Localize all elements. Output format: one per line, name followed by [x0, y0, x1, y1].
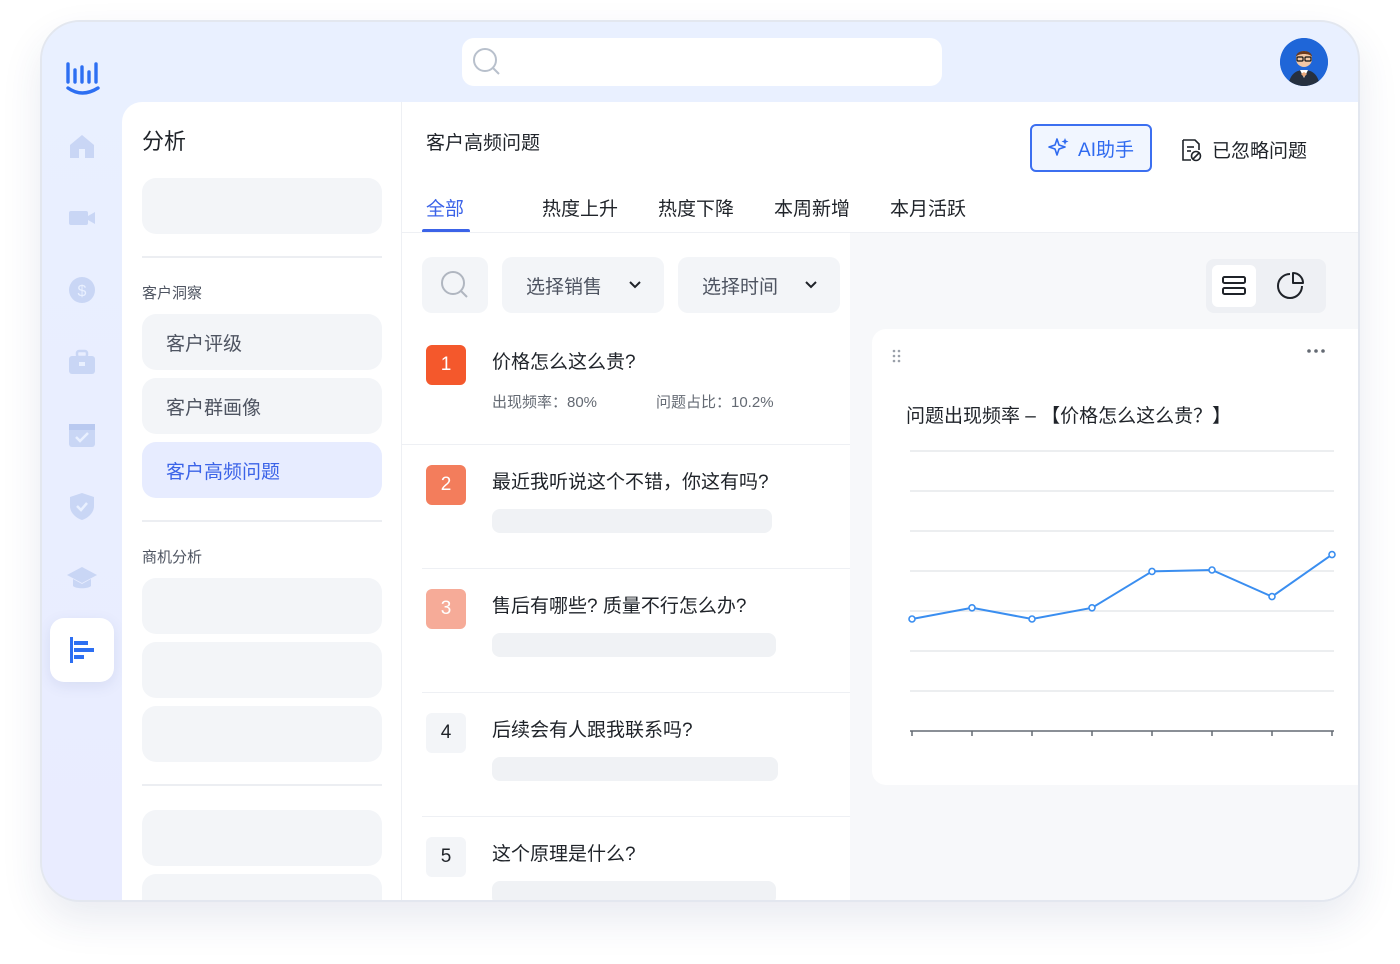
data-point[interactable] [969, 605, 975, 611]
group-label-customer-insight: 客户洞察 [142, 282, 202, 303]
divider [142, 784, 382, 786]
question-item[interactable]: 4 后续会有人跟我联系吗? [402, 693, 850, 817]
content-panel: 分析 客户洞察 客户评级 客户群画像 客户高频问题 商机分析 客户高频问题 AI… [122, 102, 1360, 902]
data-point[interactable] [1269, 594, 1275, 600]
svg-text:$: $ [78, 283, 87, 300]
rank-badge: 2 [426, 465, 466, 505]
home-icon[interactable] [66, 130, 98, 162]
chevron-down-icon [628, 280, 642, 290]
secondary-nav: 分析 客户洞察 客户评级 客户群画像 客户高频问题 商机分析 [122, 102, 402, 902]
question-frequency: 出现频率：80% [492, 391, 597, 412]
list-search-button[interactable] [422, 257, 488, 313]
sales-filter-label: 选择销售 [526, 272, 602, 299]
bar-chart-icon [67, 635, 97, 665]
analytics-nav-button[interactable] [50, 618, 114, 682]
detail-skeleton [492, 633, 776, 657]
data-point[interactable] [1329, 552, 1335, 558]
line-chart [872, 329, 1360, 785]
chevron-down-icon [804, 280, 818, 290]
rank-badge: 3 [426, 589, 466, 629]
app-window: $ [40, 20, 1360, 902]
question-list: 选择销售 选择时间 1 价格怎么这么贵? 出现频率：80% 问题占比：10.2%… [402, 233, 850, 902]
data-point[interactable] [909, 616, 915, 622]
tab-all[interactable]: 全部 [426, 194, 464, 221]
nav-skeleton [142, 810, 382, 866]
question-item[interactable]: 2 最近我听说这个不错，你这有吗? [402, 445, 850, 569]
ai-assistant-button[interactable]: AI助手 [1030, 124, 1152, 172]
data-point[interactable] [1029, 616, 1035, 622]
divider [142, 256, 382, 258]
rank-badge: 4 [426, 713, 466, 753]
pie-chart-icon [1275, 271, 1305, 301]
detail-pane: 问题出现频率 – 【价格怎么这么贵？】 [850, 233, 1360, 902]
nav-skeleton [142, 706, 382, 762]
question-text: 价格怎么这么贵? [492, 347, 636, 374]
question-item[interactable]: 1 价格怎么这么贵? 出现频率：80% 问题占比：10.2% [402, 321, 850, 445]
tab-trending-down[interactable]: 热度下降 [658, 194, 734, 221]
time-filter-label: 选择时间 [702, 272, 778, 299]
nav-item-customer-persona[interactable]: 客户群画像 [142, 378, 382, 434]
chart-card: 问题出现频率 – 【价格怎么这么贵？】 [872, 329, 1360, 785]
divider [142, 520, 382, 522]
question-share: 问题占比：10.2% [656, 391, 774, 412]
shield-icon[interactable] [66, 490, 98, 522]
tab-active-this-month[interactable]: 本月活跃 [890, 194, 966, 221]
nav-skeleton [142, 178, 382, 234]
view-toggle [1206, 259, 1326, 313]
calendar-icon[interactable] [66, 418, 98, 450]
pie-view-button[interactable] [1268, 265, 1312, 307]
group-label-opportunity-analysis: 商机分析 [142, 546, 202, 567]
dollar-icon[interactable]: $ [66, 274, 98, 306]
tab-trending-up[interactable]: 热度上升 [542, 194, 618, 221]
nav-item-customer-faq[interactable]: 客户高频问题 [142, 442, 382, 498]
question-text: 这个原理是什么? [492, 839, 636, 866]
user-avatar[interactable] [1280, 38, 1328, 86]
nav-item-customer-rating[interactable]: 客户评级 [142, 314, 382, 370]
time-filter-select[interactable]: 选择时间 [678, 257, 840, 313]
question-item[interactable]: 3 售后有哪些? 质量不行怎么办? [402, 569, 850, 693]
question-item[interactable]: 5 这个原理是什么? [402, 817, 850, 902]
ignored-questions-label: 已忽略问题 [1212, 136, 1307, 163]
question-text: 后续会有人跟我联系吗? [492, 715, 693, 742]
ai-assistant-label: AI助手 [1078, 135, 1134, 162]
list-view-button[interactable] [1212, 265, 1256, 307]
rank-badge: 5 [426, 837, 466, 877]
search-icon [440, 270, 470, 300]
video-icon[interactable] [66, 202, 98, 234]
list-view-icon [1221, 274, 1247, 298]
data-point[interactable] [1089, 605, 1095, 611]
document-ignore-icon [1180, 138, 1202, 162]
nav-skeleton [142, 874, 382, 902]
ignored-questions-button[interactable]: 已忽略问题 [1180, 136, 1307, 163]
detail-skeleton [492, 881, 776, 902]
detail-skeleton [492, 757, 778, 781]
brand-logo-icon [64, 58, 104, 98]
search-icon [472, 47, 502, 77]
question-text: 售后有哪些? 质量不行怎么办? [492, 591, 746, 618]
nav-skeleton [142, 578, 382, 634]
sparkle-icon [1048, 137, 1070, 159]
detail-skeleton [492, 509, 772, 533]
section-title: 分析 [142, 124, 186, 156]
global-search-input[interactable] [462, 38, 942, 86]
briefcase-icon[interactable] [66, 346, 98, 378]
tab-new-this-week[interactable]: 本周新增 [774, 194, 850, 221]
question-text: 最近我听说这个不错，你这有吗? [492, 467, 769, 494]
graduation-cap-icon[interactable] [66, 562, 98, 594]
nav-skeleton [142, 642, 382, 698]
rank-badge: 1 [426, 345, 466, 385]
data-point[interactable] [1209, 567, 1215, 573]
page-title: 客户高频问题 [426, 128, 540, 155]
sales-filter-select[interactable]: 选择销售 [502, 257, 664, 313]
data-point[interactable] [1149, 568, 1155, 574]
